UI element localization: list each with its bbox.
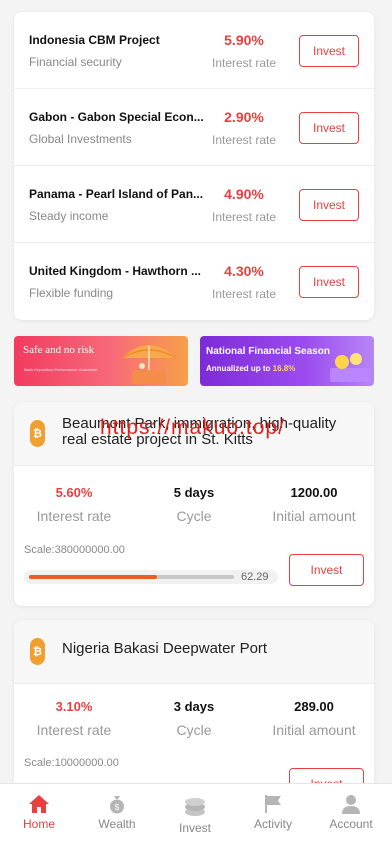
initial-amount-label: Initial amount <box>272 508 356 524</box>
project-stats: 3.10% Interest rate 3 days Cycle 289.00 … <box>14 699 374 749</box>
project-list-card: Indonesia CBM Project Financial security… <box>14 12 374 320</box>
stat-initial-amount: 1200.00 Initial amount <box>259 485 369 524</box>
interest-rate-value: 5.60% <box>55 485 93 500</box>
project-row[interactable]: Indonesia CBM Project Financial security… <box>14 12 374 89</box>
money-bag-icon: $ <box>110 796 124 814</box>
tab-label: Wealth <box>98 817 136 831</box>
bitcoin-icon: ₿ <box>30 420 45 447</box>
cycle-label: Cycle <box>176 722 212 738</box>
interest-rate-value: 4.30% <box>224 263 264 279</box>
project-scale: Scale:10000000.00 <box>24 757 119 769</box>
stat-cycle: 3 days Cycle <box>139 699 249 738</box>
invest-button[interactable]: Invest <box>299 266 359 298</box>
promo-banner-financial-season[interactable]: National Financial Season Annualized up … <box>200 336 374 386</box>
tab-label: Activity <box>253 817 292 831</box>
interest-rate-value: 2.90% <box>224 109 264 125</box>
project-header: ₿ Nigeria Bakasi Deepwater Port <box>14 620 374 684</box>
tab-wealth[interactable]: $ Wealth <box>78 784 156 845</box>
tab-label: Account <box>329 817 373 831</box>
invest-button[interactable]: Invest <box>299 189 359 221</box>
progress-fill <box>29 575 157 579</box>
svg-text:$: $ <box>115 803 120 812</box>
banner-headline: National Financial Season <box>206 346 330 357</box>
home-icon <box>29 795 49 813</box>
invest-button[interactable]: Invest <box>299 112 359 144</box>
tab-home[interactable]: Home <box>0 784 78 845</box>
project-category: Financial security <box>29 55 122 69</box>
banner-headline: Safe and no risk <box>23 344 95 356</box>
project-header: ₿ Beaumont Park, immigration, high-quali… <box>14 402 374 466</box>
project-row[interactable]: Panama - Pearl Island of Pan... Steady i… <box>14 166 374 243</box>
banner-caption: Bank Depository Performance Guarantee <box>24 367 98 372</box>
umbrella-illustration-icon <box>121 345 177 384</box>
project-name: Gabon - Gabon Special Econ... <box>29 110 204 124</box>
tab-invest[interactable]: Invest <box>156 784 234 845</box>
tab-activity[interactable]: Activity <box>234 784 312 845</box>
bottom-tab-bar: Home $ Wealth Invest Activity Account <box>0 783 392 845</box>
project-title: Beaumont Park, immigration, high-quality… <box>62 415 337 448</box>
stat-initial-amount: 289.00 Initial amount <box>259 699 369 738</box>
project-scale: Scale:380000000.00 <box>24 544 125 556</box>
coins-icon <box>185 798 205 816</box>
stat-interest-rate: 3.10% Interest rate <box>19 699 129 738</box>
interest-rate-label: Interest rate <box>36 722 112 738</box>
interest-rate-value: 3.10% <box>55 699 93 714</box>
tab-account[interactable]: Account <box>312 784 390 845</box>
project-category: Flexible funding <box>29 286 114 300</box>
initial-amount-value: 1200.00 <box>290 485 338 500</box>
project-title: Nigeria Bakasi Deepwater Port <box>62 640 268 657</box>
coin-stack-illustration-icon <box>330 353 370 382</box>
banner-caption: Annualized up to 16.8% <box>206 364 295 373</box>
project-row[interactable]: Gabon - Gabon Special Econ... Global Inv… <box>14 89 374 166</box>
user-icon <box>342 795 360 814</box>
project-stats: 5.60% Interest rate 5 days Cycle 1200.00… <box>14 485 374 535</box>
project-category: Steady income <box>29 209 109 223</box>
invest-button[interactable]: Invest <box>289 554 364 586</box>
interest-rate-value: 5.90% <box>224 32 264 48</box>
promo-banner-safe[interactable]: Safe and no risk Bank Depository Perform… <box>14 336 188 386</box>
banner-caption-value: 16.8% <box>272 364 296 373</box>
initial-amount-label: Initial amount <box>272 722 356 738</box>
cycle-value: 5 days <box>173 485 215 500</box>
project-category: Global Investments <box>29 132 132 146</box>
cycle-label: Cycle <box>176 508 212 524</box>
stat-cycle: 5 days Cycle <box>139 485 249 524</box>
featured-project-card[interactable]: ₿ Beaumont Park, immigration, high-quali… <box>14 402 374 606</box>
interest-rate-label: Interest rate <box>211 287 277 301</box>
interest-rate-value: 4.90% <box>224 186 264 202</box>
stat-interest-rate: 5.60% Interest rate <box>19 485 129 524</box>
banner-caption-prefix: Annualized up to <box>206 364 273 373</box>
invest-button[interactable]: Invest <box>299 35 359 67</box>
bitcoin-icon: ₿ <box>30 638 45 665</box>
project-name: Indonesia CBM Project <box>29 33 160 47</box>
interest-rate-label: Interest rate <box>211 56 277 70</box>
interest-rate-label: Interest rate <box>211 210 277 224</box>
tab-label: Invest <box>178 821 211 835</box>
flag-icon <box>265 795 281 813</box>
project-name: United Kingdom - Hawthorn ... <box>29 264 201 278</box>
project-row[interactable]: United Kingdom - Hawthorn ... Flexible f… <box>14 243 374 320</box>
progress-bar: 62.29 <box>24 570 278 584</box>
project-name: Panama - Pearl Island of Pan... <box>29 187 204 201</box>
initial-amount-value: 289.00 <box>294 699 334 714</box>
featured-project-card[interactable]: ₿ Nigeria Bakasi Deepwater Port 3.10% In… <box>14 620 374 800</box>
tab-label: Home <box>22 817 55 831</box>
interest-rate-label: Interest rate <box>36 508 112 524</box>
progress-track <box>29 575 234 579</box>
progress-percent: 62.29 <box>241 571 269 583</box>
cycle-value: 3 days <box>173 699 215 714</box>
interest-rate-label: Interest rate <box>211 133 277 147</box>
